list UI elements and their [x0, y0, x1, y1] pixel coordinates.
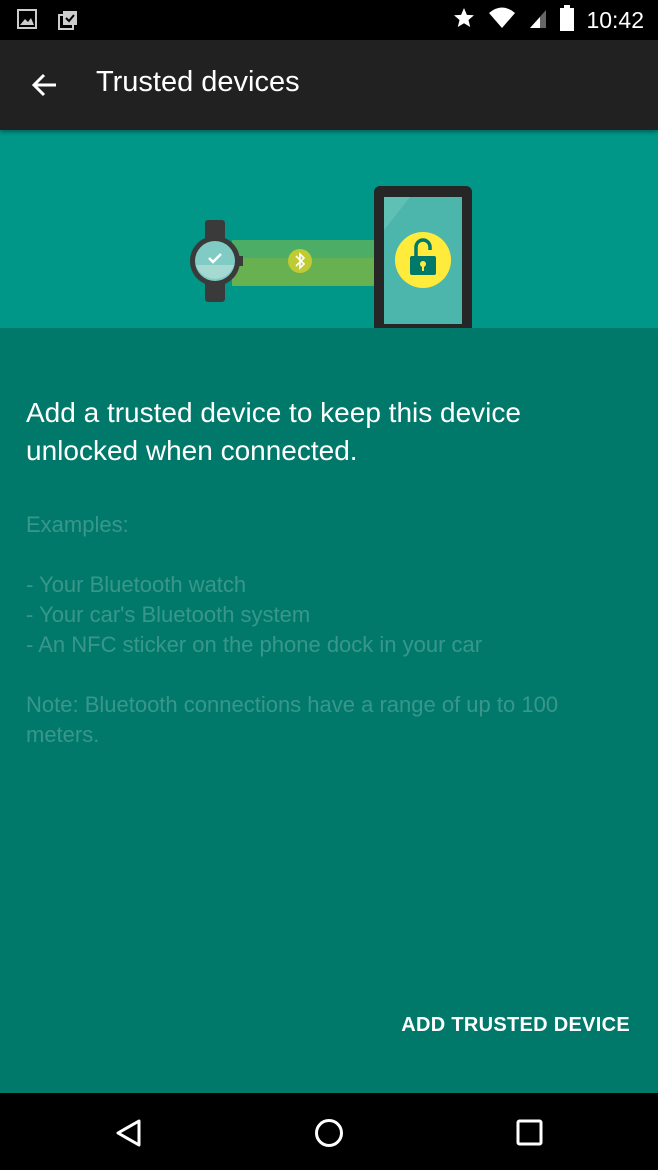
app-bar: Trusted devices [0, 40, 658, 130]
phone-icon [374, 186, 472, 328]
note-text: Note: Bluetooth connections have a range… [26, 692, 559, 747]
clock: 10:42 [586, 7, 644, 33]
description: Examples: - Your Bluetooth watch - Your … [26, 510, 626, 750]
headline: Add a trusted device to keep this device… [26, 397, 521, 466]
image-notification-icon [16, 8, 38, 37]
nav-back-button[interactable] [108, 1113, 148, 1153]
hero-illustration [0, 130, 658, 328]
back-button[interactable] [26, 66, 64, 104]
navigation-bar [0, 1093, 658, 1170]
content-area: Add a trusted device to keep this device… [0, 328, 658, 1093]
nav-home-button[interactable] [309, 1113, 349, 1153]
example-item: - Your Bluetooth watch [26, 572, 247, 597]
example-item: - An NFC sticker on the phone dock in yo… [26, 632, 483, 657]
arrow-back-icon [31, 73, 56, 97]
cell-signal-icon [528, 6, 548, 35]
nav-recents-button[interactable] [510, 1113, 550, 1153]
wifi-icon [488, 6, 516, 35]
smartwatch-icon [190, 220, 243, 302]
home-circle-icon [315, 1119, 343, 1147]
recents-square-icon [516, 1119, 543, 1146]
example-item: - Your car's Bluetooth system [26, 602, 311, 627]
examples-label: Examples: [26, 512, 129, 537]
back-triangle-icon [116, 1119, 141, 1147]
page-title: Trusted devices [96, 66, 300, 98]
bluetooth-icon [288, 249, 312, 273]
battery-icon [560, 5, 575, 36]
status-bar: 10:42 [0, 0, 658, 40]
add-trusted-device-button[interactable]: ADD TRUSTED DEVICE [401, 1014, 630, 1037]
star-icon [452, 6, 476, 35]
clipboard-check-notification-icon [56, 8, 80, 37]
